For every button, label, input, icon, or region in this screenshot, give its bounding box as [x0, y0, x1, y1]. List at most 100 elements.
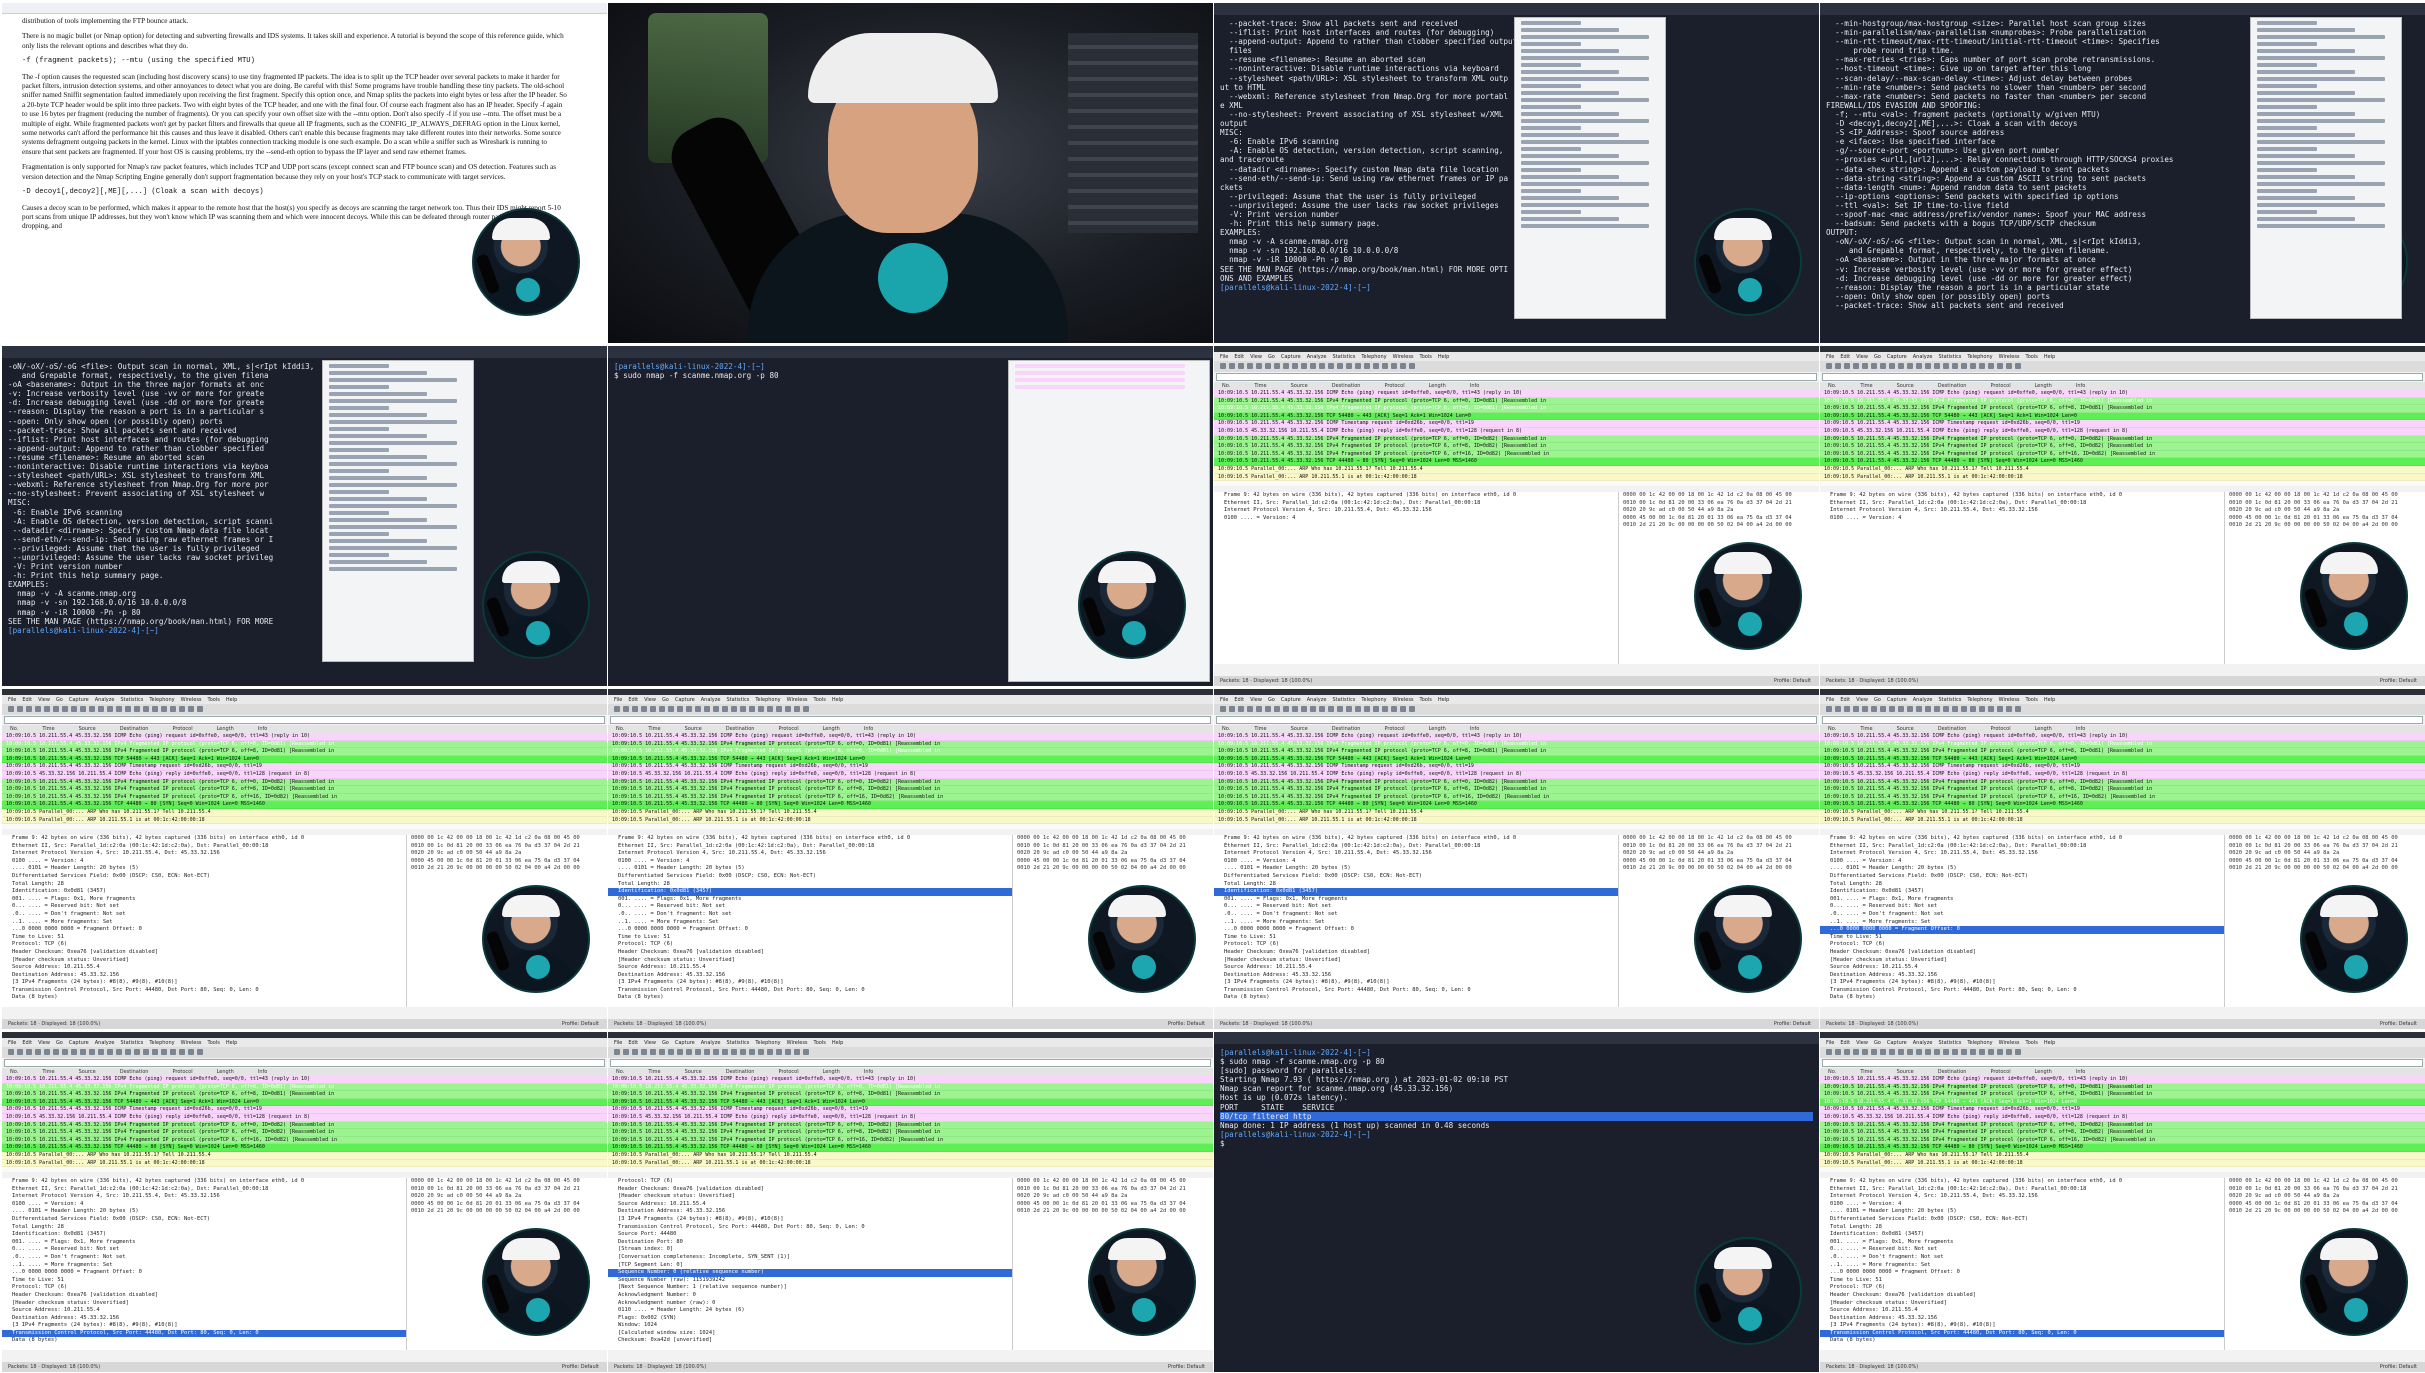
- menu-item[interactable]: Analyze: [1307, 354, 1327, 360]
- menu-item[interactable]: Capture: [675, 1040, 695, 1046]
- menu-item[interactable]: Capture: [675, 697, 695, 703]
- interface-entry[interactable]: [2257, 42, 2317, 46]
- packet-row[interactable]: 10:09:10.5 45.33.32.156 10.211.55.4 ICMP…: [1820, 1113, 2425, 1122]
- detail-line[interactable]: 001. .... = Flags: 0x1, More fragments: [1214, 896, 1619, 904]
- packet-row[interactable]: 10:09:10.5 10.211.55.4 45.33.32.156 ICMP…: [1214, 390, 1819, 398]
- detail-line[interactable]: 0100 .... = Version: 4: [1214, 515, 1619, 523]
- detail-line[interactable]: Transmission Control Protocol, Src Port:…: [2, 987, 407, 995]
- menu-item[interactable]: Go: [662, 1040, 669, 1046]
- menu-item[interactable]: File: [1826, 697, 1834, 703]
- column-header[interactable]: Protocol: [172, 726, 192, 732]
- toolbar-icon[interactable]: [1934, 706, 1940, 712]
- toolbar-icon[interactable]: [197, 1049, 203, 1055]
- toolbar-icon[interactable]: [1292, 363, 1298, 369]
- hex-line[interactable]: 0010 00 1c 0d 81 20 00 33 06 ea 76 0a d3…: [407, 1186, 607, 1194]
- toolbar-icon[interactable]: [1229, 706, 1235, 712]
- detail-line[interactable]: Total Length: 28: [2, 881, 407, 889]
- hex-line[interactable]: 0010 2d 21 20 9c 00 00 00 00 50 02 04 00…: [407, 865, 607, 873]
- toolbar-icon[interactable]: [1970, 706, 1976, 712]
- column-header[interactable]: Source: [79, 1069, 96, 1075]
- captured-row[interactable]: [1015, 385, 1185, 389]
- menu-item[interactable]: Tools: [208, 1040, 220, 1046]
- toolbar-icon[interactable]: [1346, 363, 1352, 369]
- interface-entry[interactable]: [1521, 140, 1649, 144]
- detail-line[interactable]: ...0 0000 0000 0000 = Fragment Offset: 0: [1820, 1269, 2225, 1277]
- menu-item[interactable]: View: [1250, 697, 1262, 703]
- detail-line[interactable]: Source Address: 10.211.55.4: [1820, 1307, 2225, 1315]
- detail-line[interactable]: Destination Address: 45.33.32.156: [1214, 972, 1619, 980]
- toolbar-icon[interactable]: [1898, 1049, 1904, 1055]
- detail-line[interactable]: Header Checksum: 0xea76 [validation disa…: [1820, 1292, 2225, 1300]
- detail-line[interactable]: .0.. .... = Don't fragment: Not set: [2, 1254, 407, 1262]
- interface-entry[interactable]: [329, 406, 389, 410]
- toolbar-icon[interactable]: [731, 1049, 737, 1055]
- packet-row[interactable]: 10:09:10.5 Parallel_00:... ARP 10.211.55…: [1214, 816, 1819, 825]
- detail-line[interactable]: Ethernet II, Src: Parallel_1d:c2:0a (00:…: [608, 843, 1013, 851]
- toolbar-icon[interactable]: [659, 706, 665, 712]
- interface-entry[interactable]: [1521, 105, 1581, 109]
- packet-row[interactable]: 10:09:10.5 10.211.55.4 45.33.32.156 TCP …: [1820, 458, 2425, 466]
- packet-row[interactable]: 10:09:10.5 45.33.32.156 10.211.55.4 ICMP…: [2, 1113, 607, 1122]
- interface-entry[interactable]: [329, 413, 427, 417]
- menu-item[interactable]: Wireless: [1393, 354, 1414, 360]
- toolbar-icon[interactable]: [740, 1049, 746, 1055]
- detail-line[interactable]: Internet Protocol Version 4, Src: 10.211…: [1820, 507, 2225, 515]
- menu-item[interactable]: Edit: [628, 1040, 638, 1046]
- detail-line[interactable]: Data (8 bytes): [1820, 994, 2225, 1002]
- interface-entry[interactable]: [2257, 105, 2317, 109]
- toolbar-icon[interactable]: [677, 1049, 683, 1055]
- menu-item[interactable]: Help: [832, 1040, 843, 1046]
- detail-line[interactable]: Sequence Number: 0 (relative sequence nu…: [608, 1269, 1013, 1277]
- display-filter-input[interactable]: [1822, 373, 2423, 381]
- interface-entry[interactable]: [2257, 126, 2317, 130]
- interface-entry[interactable]: [329, 476, 427, 480]
- toolbar-icon[interactable]: [1961, 363, 1967, 369]
- detail-line[interactable]: Header Checksum: 0xea76 [validation disa…: [1214, 949, 1619, 957]
- packet-row[interactable]: 10:09:10.5 10.211.55.4 45.33.32.156 IPv4…: [1214, 740, 1819, 749]
- detail-line[interactable]: [Header checksum status: Unverified]: [1820, 1300, 2225, 1308]
- interface-entry[interactable]: [2257, 175, 2355, 179]
- detail-line[interactable]: Ethernet II, Src: Parallel_1d:c2:0a (00:…: [1820, 843, 2225, 851]
- packet-row[interactable]: 10:09:10.5 10.211.55.4 45.33.32.156 ICMP…: [1214, 763, 1819, 771]
- detail-line[interactable]: ...0 0000 0000 0000 = Fragment Offset: 0: [1820, 926, 2225, 934]
- toolbar-icon[interactable]: [188, 1049, 194, 1055]
- detail-line[interactable]: Protocol: TCP (6): [1214, 941, 1619, 949]
- packet-row[interactable]: 10:09:10.5 10.211.55.4 45.33.32.156 IPv4…: [1820, 443, 2425, 451]
- toolbar-icon[interactable]: [695, 1049, 701, 1055]
- interface-entry[interactable]: [1521, 126, 1581, 130]
- packet-row[interactable]: 10:09:10.5 Parallel_00:... ARP Who has 1…: [608, 808, 1213, 817]
- column-header[interactable]: Info: [258, 1069, 267, 1075]
- profile-label[interactable]: Profile: Default: [2380, 678, 2417, 684]
- menu-item[interactable]: File: [1220, 697, 1228, 703]
- packet-row[interactable]: 10:09:10.5 10.211.55.4 45.33.32.156 TCP …: [1820, 801, 2425, 809]
- packet-row[interactable]: 10:09:10.5 Parallel_00:... ARP 10.211.55…: [1820, 473, 2425, 482]
- interface-entry[interactable]: [2257, 35, 2385, 39]
- toolbar-icon[interactable]: [1898, 706, 1904, 712]
- menu-item[interactable]: Edit: [628, 697, 638, 703]
- column-header[interactable]: Protocol: [1990, 726, 2010, 732]
- packet-row[interactable]: 10:09:10.5 10.211.55.4 45.33.32.156 ICMP…: [1820, 733, 2425, 741]
- packet-row[interactable]: 10:09:10.5 Parallel_00:... ARP 10.211.55…: [1214, 473, 1819, 482]
- toolbar-icon[interactable]: [2015, 706, 2021, 712]
- packet-row[interactable]: 10:09:10.5 Parallel_00:... ARP Who has 1…: [1820, 465, 2425, 474]
- interface-entry[interactable]: [1521, 133, 1619, 137]
- interface-entry[interactable]: [2257, 98, 2385, 102]
- interface-entry[interactable]: [1521, 182, 1649, 186]
- menu-item[interactable]: Statistics: [1332, 354, 1355, 360]
- menu-item[interactable]: Wireless: [1999, 354, 2020, 360]
- profile-label[interactable]: Profile: Default: [562, 1021, 599, 1027]
- toolbar-icon[interactable]: [713, 1049, 719, 1055]
- detail-line[interactable]: Ethernet II, Src: Parallel_1d:c2:0a (00:…: [2, 843, 407, 851]
- detail-line[interactable]: 0... .... = Reserved bit: Not set: [1820, 1246, 2225, 1254]
- interface-entry[interactable]: [329, 385, 389, 389]
- toolbar-icon[interactable]: [1853, 1049, 1859, 1055]
- detail-line[interactable]: Time to Live: 51: [2, 1277, 407, 1285]
- hex-line[interactable]: 0000 45 00 00 1c 0d 81 20 01 33 06 ea 75…: [2225, 1201, 2425, 1209]
- toolbar-icon[interactable]: [740, 706, 746, 712]
- packet-row[interactable]: 10:09:10.5 10.211.55.4 45.33.32.156 ICMP…: [608, 733, 1213, 741]
- interface-entry[interactable]: [1521, 189, 1581, 193]
- interface-entry[interactable]: [1521, 161, 1649, 165]
- packet-row[interactable]: 10:09:10.5 10.211.55.4 45.33.32.156 TCP …: [1214, 458, 1819, 466]
- toolbar-icon[interactable]: [1871, 706, 1877, 712]
- menu-item[interactable]: Help: [1438, 354, 1449, 360]
